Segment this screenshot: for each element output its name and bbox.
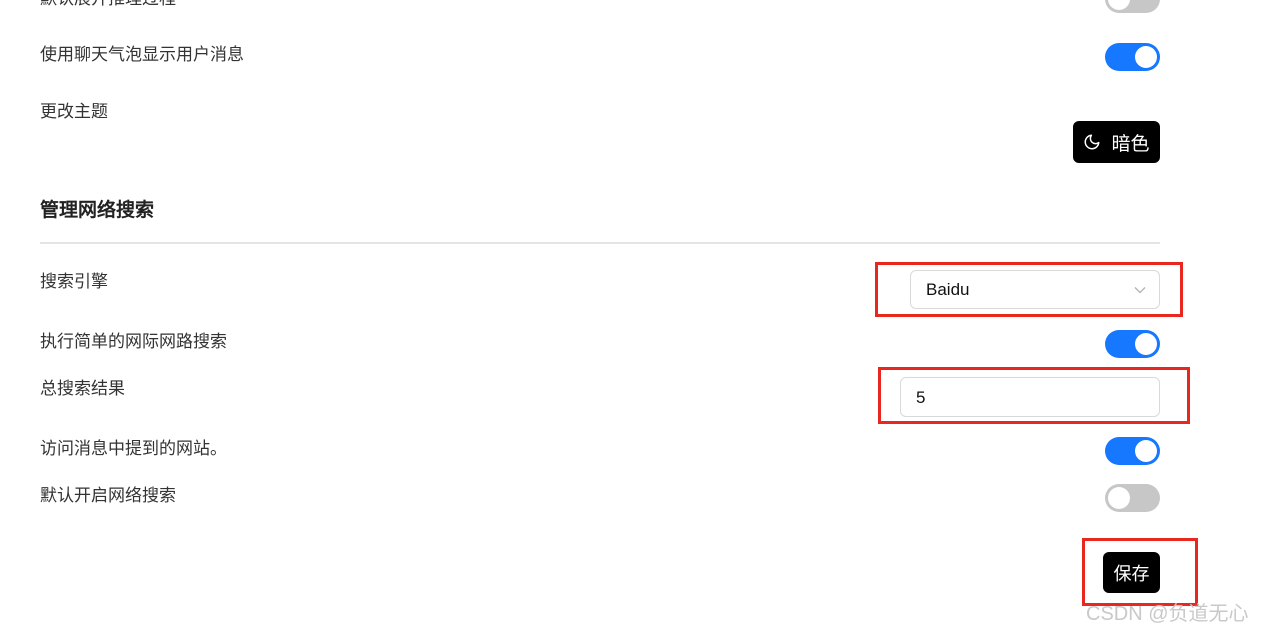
moon-icon [1083, 133, 1101, 151]
simple-search-toggle[interactable] [1105, 330, 1160, 358]
chevron-down-icon [1133, 283, 1147, 302]
theme-label: 更改主题 [40, 102, 108, 122]
toggle-knob [1108, 487, 1130, 509]
chat-bubble-toggle[interactable] [1105, 43, 1160, 71]
watermark: CSDN @负道无心 [1086, 603, 1249, 625]
toggle-knob [1135, 333, 1157, 355]
search-engine-select[interactable]: Baidu [910, 270, 1160, 309]
show-reasoning-label: 默认展开推理过程 [40, 0, 176, 10]
theme-button-label: 暗色 [1111, 132, 1150, 155]
save-button[interactable]: 保存 [1103, 552, 1160, 593]
visit-sites-label: 访问消息中提到的网站。 [40, 439, 227, 459]
total-results-input[interactable]: 5 [900, 377, 1160, 417]
section-title-web-search: 管理网络搜索 [40, 199, 155, 221]
default-search-label: 默认开启网络搜索 [40, 486, 176, 506]
theme-dark-button[interactable]: 暗色 [1073, 121, 1160, 163]
total-results-label: 总搜索结果 [40, 379, 125, 399]
simple-search-label: 执行简单的网际网路搜索 [40, 332, 227, 352]
section-divider [40, 242, 1160, 244]
search-engine-label: 搜索引擎 [40, 272, 108, 292]
search-engine-value: Baidu [926, 280, 970, 299]
chat-bubble-label: 使用聊天气泡显示用户消息 [40, 45, 244, 65]
default-search-toggle[interactable] [1105, 484, 1160, 512]
total-results-value: 5 [916, 388, 926, 407]
visit-sites-toggle[interactable] [1105, 437, 1160, 465]
toggle-knob [1135, 46, 1157, 68]
show-reasoning-toggle[interactable] [1105, 0, 1160, 13]
toggle-knob [1135, 440, 1157, 462]
toggle-knob [1108, 0, 1130, 10]
